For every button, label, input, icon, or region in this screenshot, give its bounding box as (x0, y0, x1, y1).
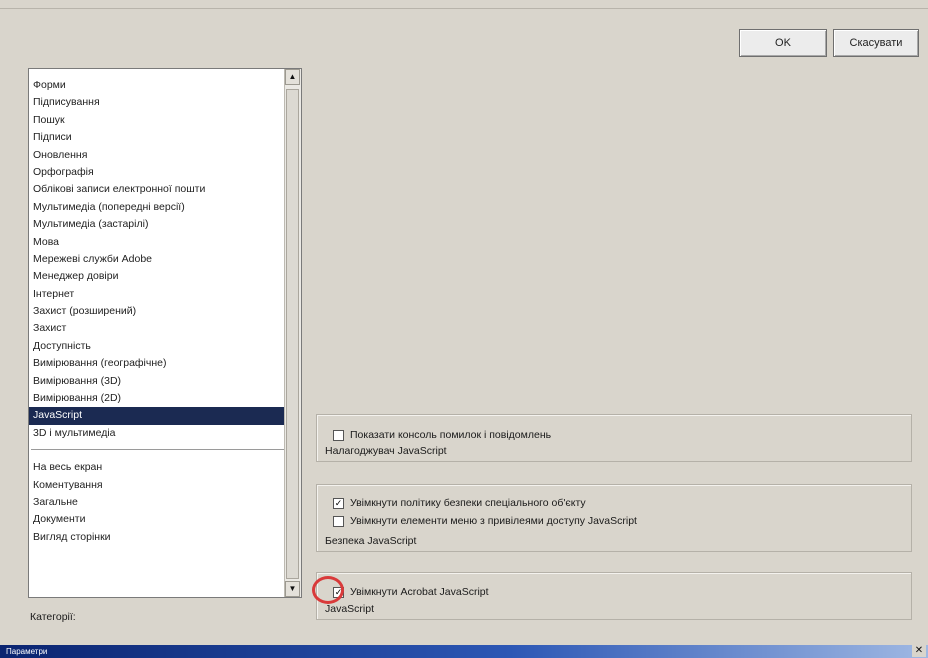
group-javascript-debugger: Показати консоль помилок і повідомлень Н… (316, 414, 912, 462)
group-legend: JavaScript (325, 603, 375, 615)
category-item[interactable]: Мова (29, 234, 287, 251)
category-item[interactable]: Документи (29, 511, 287, 528)
categories-label: Категорії: (30, 611, 76, 623)
option-label: Увімкнути елементи меню з привілеями дос… (350, 515, 637, 527)
category-item[interactable]: Вимірювання (2D) (29, 390, 287, 407)
scroll-up-arrow-icon[interactable]: ▲ (285, 69, 300, 85)
option-security-policy[interactable]: ✓ Увімкнути політику безпеки спеціальног… (333, 497, 586, 509)
checkbox-checked-icon[interactable]: ✓ (333, 497, 344, 509)
category-item[interactable]: Вимірювання (географічне) (29, 355, 287, 372)
cancel-button[interactable]: Скасувати (833, 29, 919, 57)
group-legend: Налагоджувач JavaScript (325, 445, 447, 457)
category-item[interactable]: Підписування (29, 94, 287, 111)
checkbox-icon[interactable] (333, 429, 344, 441)
list-divider (31, 449, 285, 451)
checkbox-icon[interactable] (333, 515, 344, 527)
window-title: Параметри (6, 647, 48, 656)
highlight-circle-annotation (312, 576, 344, 604)
category-item[interactable]: Облікові записи електронної пошти (29, 181, 287, 198)
close-icon[interactable]: ✕ (912, 644, 926, 657)
category-item[interactable]: 3D і мультимедіа (29, 425, 287, 442)
group-legend: Безпека JavaScript (325, 535, 417, 547)
category-item[interactable]: Захист (розширений) (29, 303, 287, 320)
category-item[interactable]: Доступність (29, 338, 287, 355)
category-item[interactable]: Форми (29, 77, 287, 94)
category-item[interactable]: Мультимедіа (попередні версії) (29, 199, 287, 216)
category-item[interactable]: Пошук (29, 112, 287, 129)
option-label: Показати консоль помилок і повідомлень (350, 429, 552, 441)
category-list[interactable]: Форми Підписування Пошук Підписи Оновлення Ор… (28, 68, 302, 598)
group-javascript-security: ✓ Увімкнути політику безпеки спеціальног… (316, 484, 912, 552)
category-item[interactable]: Вимірювання (3D) (29, 373, 287, 390)
option-show-console[interactable]: Показати консоль помилок і повідомлень (333, 429, 551, 441)
category-item[interactable]: JavaScript (29, 407, 287, 425)
title-bar: Параметри ✕ (0, 644, 928, 658)
category-item[interactable]: Інтернет (29, 286, 287, 303)
group-javascript: ✓ Увімкнути Acrobat JavaScript JavaScrip… (316, 572, 912, 620)
category-item[interactable]: Мультимедіа (застарілі) (29, 216, 287, 233)
category-item[interactable]: Підписи (29, 129, 287, 146)
ok-button[interactable]: OK (739, 29, 827, 57)
scroll-down-arrow-icon[interactable]: ▼ (285, 581, 300, 597)
category-scrollbar[interactable]: ▲ ▼ (284, 69, 301, 597)
option-privileged-menu[interactable]: Увімкнути елементи меню з привілеями дос… (333, 515, 637, 527)
scroll-thumb[interactable] (286, 89, 299, 579)
option-label: Увімкнути політику безпеки спеціального … (350, 497, 586, 509)
category-item[interactable]: Захист (29, 320, 287, 337)
category-item[interactable]: Мережеві служби Adobe (29, 251, 287, 268)
category-item[interactable]: На весь екран (29, 459, 287, 476)
category-item[interactable]: Коментування (29, 477, 287, 494)
category-item[interactable]: Оновлення (29, 147, 287, 164)
category-list-items: Форми Підписування Пошук Підписи Оновлення Ор… (29, 77, 287, 546)
category-item[interactable]: Орфографія (29, 164, 287, 181)
category-item[interactable]: Менеджер довіри (29, 268, 287, 285)
category-item[interactable]: Вигляд сторінки (29, 529, 287, 546)
window-top-edge (0, 0, 928, 9)
option-label: Увімкнути Acrobat JavaScript (350, 586, 489, 598)
category-item[interactable]: Загальне (29, 494, 287, 511)
option-enable-acrobat-javascript[interactable]: ✓ Увімкнути Acrobat JavaScript (333, 586, 489, 598)
